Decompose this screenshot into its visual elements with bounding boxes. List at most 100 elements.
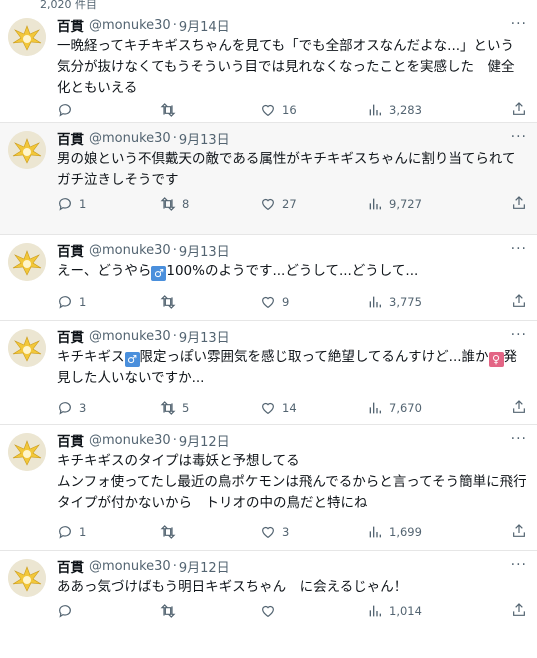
share-icon [513, 294, 525, 307]
timestamp[interactable]: 9月13日 [179, 129, 230, 148]
tweet[interactable]: 百貫 @monuke30 · 9月13日 ··· キチキギス ♂ 限定っぽい雰囲気を… [0, 321, 537, 425]
user-handle[interactable]: @monuke30 [89, 131, 171, 146]
reply-count: 1 [79, 197, 87, 211]
share-button[interactable] [511, 293, 527, 311]
like-button[interactable]: 16 [260, 101, 297, 119]
views-icon [369, 605, 381, 617]
timeline: 百貫 @monuke30 · 9月14日 ··· 一晩経ってキチキギスちゃんを見… [0, 10, 537, 649]
display-name[interactable]: 百貫 [57, 128, 84, 148]
retweet-icon [160, 295, 176, 309]
display-name[interactable]: 百貫 [57, 326, 84, 346]
retweet-button[interactable] [160, 101, 182, 119]
avatar[interactable] [8, 243, 46, 281]
retweet-icon [160, 103, 176, 117]
retweet-button[interactable]: 8 [160, 195, 189, 213]
like-icon [262, 526, 274, 539]
timestamp[interactable]: 9月13日 [179, 241, 230, 260]
tweet[interactable]: 百貫 @monuke30 · 9月13日 ··· えー、どうやら ♂ 100%のよう… [0, 235, 537, 321]
retweet-icon [160, 604, 176, 618]
action-bar: 3 5 14 7,670 [57, 399, 527, 417]
views-button[interactable]: 1,014 [367, 602, 422, 620]
views-icon [369, 296, 381, 308]
separator-dot: · [172, 17, 177, 33]
more-icon[interactable]: ··· [511, 327, 527, 343]
display-name[interactable]: 百貫 [57, 556, 84, 576]
display-name[interactable]: 百貫 [57, 15, 84, 35]
user-handle[interactable]: @monuke30 [89, 243, 171, 258]
user-handle[interactable]: @monuke30 [89, 559, 171, 574]
views-button[interactable]: 3,775 [367, 293, 422, 311]
share-button[interactable] [511, 602, 527, 620]
views-button[interactable]: 9,727 [367, 195, 422, 213]
like-icon [262, 605, 274, 618]
tweet[interactable]: 百貫 @monuke30 · 9月14日 ··· 一晩経ってキチキギスちゃんを見… [0, 10, 537, 123]
avatar[interactable] [8, 559, 46, 597]
avatar[interactable] [8, 433, 46, 471]
reply-button[interactable]: 1 [57, 195, 86, 213]
timestamp[interactable]: 9月13日 [179, 327, 230, 346]
tweet[interactable]: 百貫 @monuke30 · 9月12日 ··· キチキギスのタイプは毒妖と予想… [0, 425, 537, 551]
more-icon[interactable]: ··· [511, 431, 527, 447]
reply-button[interactable] [57, 602, 79, 620]
share-button[interactable] [511, 195, 527, 213]
like-button[interactable]: 27 [260, 195, 297, 213]
separator-dot: · [172, 558, 177, 574]
user-handle[interactable]: @monuke30 [89, 433, 171, 448]
retweet-icon [160, 197, 176, 211]
display-name[interactable]: 百貫 [57, 240, 84, 260]
reply-button[interactable]: 1 [57, 523, 86, 541]
tweet[interactable]: 百貫 @monuke30 · 9月12日 ··· ああっ気づけばもう明日キギスち… [0, 551, 537, 649]
avatar[interactable] [8, 131, 46, 169]
share-button[interactable] [511, 399, 527, 417]
tweet-text: 男の娘という不倶戴天の敵である属性がキチキギスちゃんに割り当てられてガチ泣きしそ… [57, 151, 516, 188]
more-icon[interactable]: ··· [511, 129, 527, 145]
avatar[interactable] [8, 18, 46, 56]
share-icon [513, 196, 525, 209]
separator-dot: · [172, 242, 177, 258]
user-handle[interactable]: @monuke30 [89, 329, 171, 344]
retweet-button[interactable] [160, 602, 182, 620]
like-count: 16 [282, 103, 297, 117]
retweet-icon [160, 401, 176, 415]
views-button[interactable]: 1,699 [367, 523, 422, 541]
more-icon[interactable]: ··· [511, 16, 527, 32]
views-button[interactable]: 7,670 [367, 399, 422, 417]
views-button[interactable]: 3,283 [367, 101, 422, 119]
retweet-button[interactable] [160, 523, 182, 541]
like-icon [262, 296, 274, 309]
share-button[interactable] [511, 101, 527, 119]
avatar[interactable] [8, 329, 46, 367]
user-handle[interactable]: @monuke30 [89, 18, 171, 33]
reply-button[interactable]: 3 [57, 399, 86, 417]
like-button[interactable]: 3 [260, 523, 289, 541]
reply-button[interactable]: 1 [57, 293, 86, 311]
like-icon [262, 104, 274, 117]
share-button[interactable] [511, 523, 527, 541]
timestamp[interactable]: 9月14日 [179, 16, 230, 35]
views-icon [369, 402, 381, 414]
like-count: 14 [282, 401, 297, 415]
tweet-text-part: えー、どうやら [57, 263, 152, 279]
view-count: 1,014 [389, 604, 422, 618]
timestamp[interactable]: 9月12日 [179, 557, 230, 576]
like-button[interactable]: 14 [260, 399, 297, 417]
view-count: 1,699 [389, 525, 422, 539]
views-icon [369, 526, 381, 538]
tweet[interactable]: 百貫 @monuke30 · 9月13日 ··· 男の娘という不倶戴天の敵である… [0, 123, 537, 235]
reply-button[interactable] [57, 101, 79, 119]
display-name[interactable]: 百貫 [57, 430, 84, 450]
reply-count: 3 [79, 401, 87, 415]
like-count: 27 [282, 197, 297, 211]
views-icon [369, 104, 381, 116]
timestamp[interactable]: 9月12日 [179, 431, 230, 450]
retweet-button[interactable]: 5 [160, 399, 189, 417]
more-icon[interactable]: ··· [511, 557, 527, 573]
like-button[interactable]: 9 [260, 293, 289, 311]
retweet-button[interactable] [160, 293, 182, 311]
retweet-count: 8 [182, 197, 190, 211]
more-icon[interactable]: ··· [511, 241, 527, 257]
cut-off-header: 2,020 件目 [0, 0, 537, 11]
like-button[interactable] [260, 602, 282, 620]
reply-icon [59, 296, 71, 309]
reply-icon [59, 526, 71, 539]
